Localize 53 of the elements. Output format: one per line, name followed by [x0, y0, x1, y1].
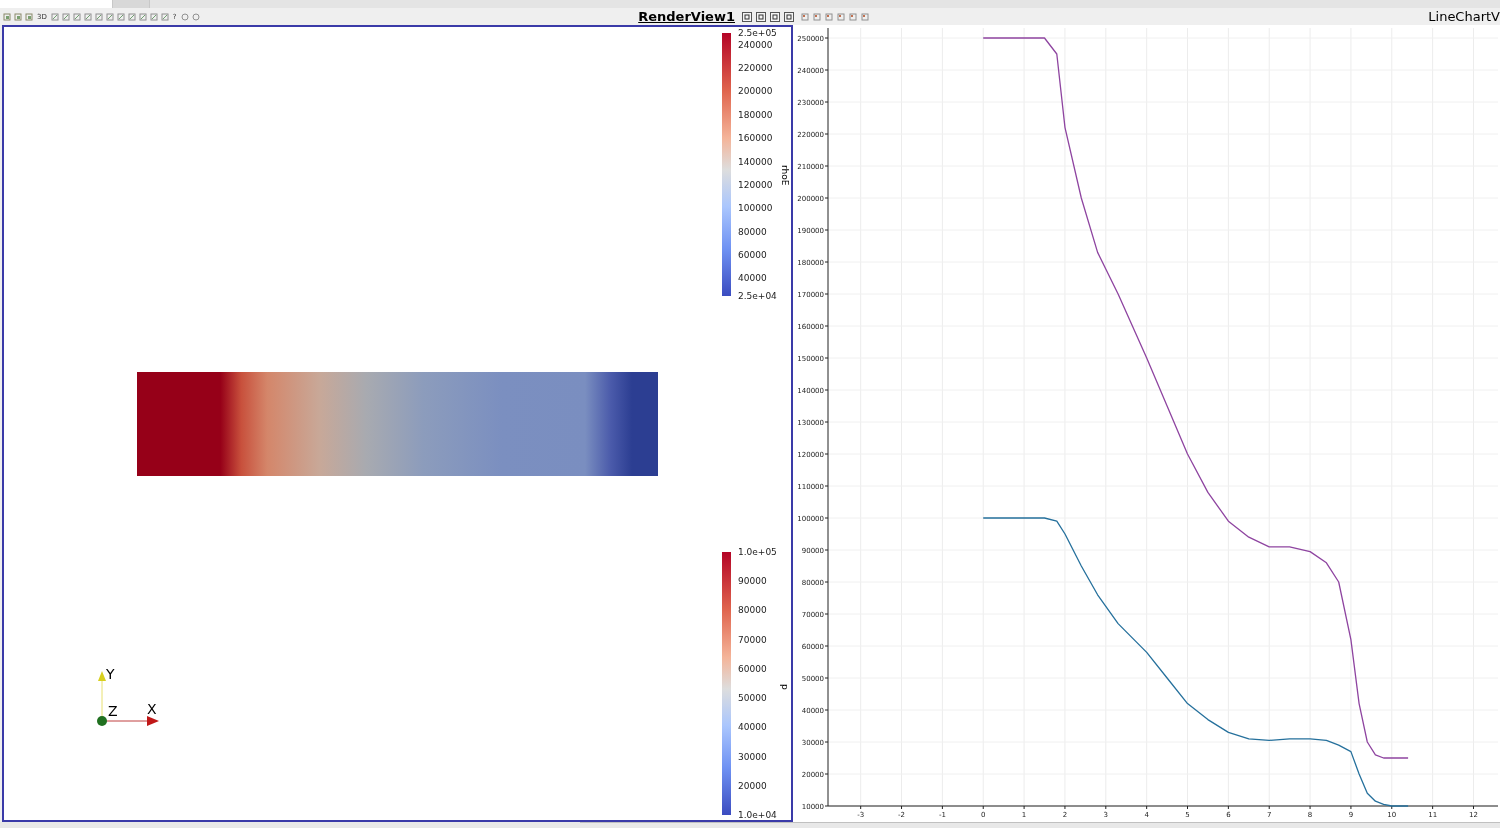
legend-label: 1.0e+04	[738, 810, 777, 820]
legend-label: 70000	[738, 634, 767, 645]
toolbar-icon[interactable]	[149, 12, 158, 21]
axes-triad-drawing	[97, 671, 159, 726]
legend-label: 20000	[738, 780, 767, 791]
legend-label: 2.5e+04	[738, 291, 777, 301]
legend-label: 60000	[738, 250, 767, 261]
toolbar-icon[interactable]	[127, 12, 136, 21]
toolbar-icon[interactable]	[861, 12, 869, 21]
legend-title: rhoE	[780, 164, 790, 185]
toolbar-icon[interactable]	[94, 12, 103, 21]
legend-label: 240000	[738, 39, 773, 50]
toolbar-icon[interactable]	[138, 12, 147, 21]
legend-label: 90000	[738, 576, 767, 587]
legend-title: p	[780, 683, 790, 690]
toolbar-icon[interactable]	[813, 12, 821, 21]
legend-label: 60000	[738, 663, 767, 674]
legend-label: 80000	[738, 605, 767, 616]
toolbar-icon[interactable]	[849, 12, 857, 21]
axis-label: Y	[106, 666, 115, 682]
legend-label: 40000	[738, 273, 767, 284]
legend-label: 220000	[738, 63, 773, 74]
toolbar-icon[interactable]	[837, 12, 845, 21]
axis-label: Z	[108, 703, 118, 719]
toolbar-icon[interactable]	[801, 12, 809, 21]
toolbar-icon[interactable]	[825, 12, 833, 21]
legend-label: 80000	[738, 226, 767, 237]
legend-label: 40000	[738, 722, 767, 733]
legend-label: 160000	[738, 133, 773, 144]
toolbar-icon[interactable]	[105, 12, 114, 21]
legend-label: 1.0e+05	[738, 547, 777, 557]
layout-button[interactable]	[756, 11, 766, 22]
toolbar-icon[interactable]	[61, 12, 70, 21]
legend-label: 2.5e+05	[738, 28, 777, 38]
layout-button[interactable]	[742, 11, 752, 22]
toolbar-icon[interactable]	[50, 12, 59, 21]
toolbar-icon[interactable]	[116, 12, 125, 21]
legend-label: 140000	[738, 156, 773, 167]
legend-label: 30000	[738, 751, 767, 762]
toolbar-icon[interactable]	[160, 12, 169, 21]
legend-label: 200000	[738, 86, 773, 97]
toolbar-icon[interactable]	[72, 12, 81, 21]
toolbar-icon[interactable]	[83, 12, 92, 21]
axis-label: X	[147, 701, 157, 717]
legend-label: 100000	[738, 203, 773, 214]
view-title: RenderView1	[638, 9, 735, 24]
legend-label: 50000	[738, 693, 767, 704]
layout-button[interactable]	[770, 11, 780, 22]
layout-button[interactable]	[784, 11, 794, 22]
legend-label: 120000	[738, 179, 773, 190]
legend-label: 180000	[738, 109, 773, 120]
view-title: LineChartV	[1428, 9, 1500, 24]
render-view[interactable]: 2.5e+05 240000 220000 200000 180000 160000 140000 120000 100000 80000 60000 40000 2.5e+04 rhoE 1.0e+05 90000 80000 70000 60000 50000 40000 30000 20000 1.0e+04 p Y Z X	[2, 25, 793, 822]
